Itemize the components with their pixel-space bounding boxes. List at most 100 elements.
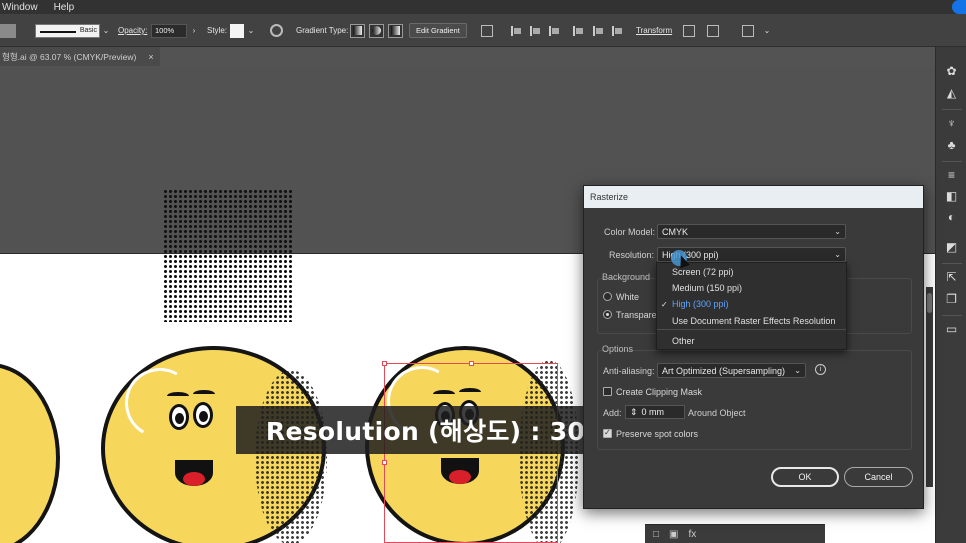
halftone-shade xyxy=(255,370,327,543)
opacity-label[interactable]: Opacity: xyxy=(118,26,147,35)
recolor-icon[interactable] xyxy=(270,24,283,37)
align-center-icon[interactable] xyxy=(529,25,541,37)
arrange-icon[interactable] xyxy=(707,24,719,37)
ok-button[interactable]: OK xyxy=(771,467,839,487)
export-icon[interactable]: ⇱ xyxy=(945,271,958,284)
halftone-pattern[interactable] xyxy=(163,189,292,322)
freeform-gradient-icon[interactable] xyxy=(388,23,403,38)
comments-icon[interactable]: ▭ xyxy=(945,323,958,336)
chevron-down-icon[interactable]: ⌄ xyxy=(101,24,111,38)
add-label: Add: xyxy=(603,408,622,418)
resize-handle[interactable] xyxy=(382,361,387,366)
info-icon[interactable]: i xyxy=(815,364,826,375)
radial-gradient-icon[interactable] xyxy=(369,23,384,38)
artboard-align-icon[interactable] xyxy=(481,24,493,37)
color-model-value: CMYK xyxy=(662,226,689,237)
make-clipping-mask-icon[interactable]: □ xyxy=(653,529,659,540)
bg-white-label[interactable]: White xyxy=(616,292,639,302)
gradient-panel-icon[interactable]: ◧ xyxy=(945,190,958,203)
menu-item-other[interactable]: Other xyxy=(657,333,846,349)
align-right-icon[interactable] xyxy=(548,25,560,37)
menu-item-high[interactable]: ✓ High (300 ppi) xyxy=(657,296,846,312)
clipping-mask-checkbox[interactable] xyxy=(603,387,612,396)
align-top-icon[interactable] xyxy=(572,25,584,37)
checkmark-icon: ✓ xyxy=(661,299,668,309)
document-tab-title: 형형.ai @ 63.07 % (CMYK/Preview) xyxy=(2,51,137,62)
locate-object-icon[interactable]: ▣ xyxy=(669,529,678,540)
resize-handle[interactable] xyxy=(469,361,474,366)
resolution-label: Resolution: xyxy=(609,250,655,260)
stroke-style-picker[interactable]: Basic xyxy=(35,23,100,38)
close-icon[interactable]: × xyxy=(148,52,153,62)
eyebrow-left xyxy=(167,392,189,400)
cancel-button[interactable]: Cancel xyxy=(844,467,913,487)
options-group-title: Options xyxy=(602,344,634,354)
align-bottom-icon[interactable] xyxy=(611,25,623,37)
mouth xyxy=(175,460,213,486)
background-group-title: Background xyxy=(602,272,651,282)
menu-item-high-label: High (300 ppi) xyxy=(672,299,729,309)
color-guide-icon[interactable]: ✿ xyxy=(945,65,958,78)
linear-gradient-icon[interactable] xyxy=(350,23,365,38)
opacity-input[interactable]: 100% xyxy=(151,23,187,38)
antialiasing-label: Anti-aliasing: xyxy=(603,366,655,376)
around-object-label: Around Object xyxy=(688,408,746,418)
dialog-title: Rasterize xyxy=(584,186,923,208)
menu-item-medium[interactable]: Medium (150 ppi) xyxy=(657,280,846,296)
chevron-down-icon[interactable]: ⌄ xyxy=(762,24,772,38)
bg-transparent-radio[interactable] xyxy=(603,310,612,319)
color-model-label: Color Model: xyxy=(604,227,656,237)
stroke-style-label: Basic xyxy=(79,27,97,34)
eye-left xyxy=(169,404,189,430)
add-value: 0 mm xyxy=(641,407,665,417)
layers-panel-footer: □ ▣ fx xyxy=(645,524,825,543)
edit-gradient-button[interactable]: Edit Gradient xyxy=(409,23,467,38)
menu-item-document-raster[interactable]: Use Document Raster Effects Resolution xyxy=(657,313,846,329)
antialiasing-value: Art Optimized (Supersampling) xyxy=(662,365,786,376)
resolution-dropdown-menu: Screen (72 ppi) Medium (150 ppi) ✓ High … xyxy=(656,262,847,350)
chevron-right-icon[interactable]: › xyxy=(189,24,199,38)
canvas-scrollbar[interactable] xyxy=(926,287,933,487)
fx-icon[interactable]: fx xyxy=(689,529,697,540)
club-icon[interactable]: ♣ xyxy=(945,139,958,152)
style-swatch[interactable] xyxy=(230,23,244,38)
isolate-icon[interactable] xyxy=(683,24,695,37)
stroke-lines-icon[interactable]: ≡ xyxy=(945,169,958,182)
preserve-spot-checkbox[interactable] xyxy=(603,428,612,438)
bg-white-radio[interactable] xyxy=(603,292,612,301)
menu-bar: Window Help xyxy=(0,0,966,14)
align-left-icon[interactable] xyxy=(510,25,522,37)
antialiasing-select[interactable]: Art Optimized (Supersampling) ⌄ xyxy=(657,363,806,378)
account-icon[interactable] xyxy=(952,0,966,14)
transform-link[interactable]: Transform xyxy=(636,26,672,35)
style-label: Style: xyxy=(207,26,228,35)
control-bar: Basic ⌄ Opacity: 100% › Style: ⌄ Gradien… xyxy=(0,14,966,47)
fill-swatch[interactable] xyxy=(0,23,16,38)
chevron-down-icon[interactable]: ⌄ xyxy=(246,24,256,38)
more-options-icon[interactable] xyxy=(742,24,754,37)
menu-divider xyxy=(657,329,846,330)
right-panel-dock: ✿ ◭ ♆ ♣ ≡ ◧ ◐ ◩ ⇱ ❐ ▭ xyxy=(935,47,966,543)
shape-icon[interactable]: ◭ xyxy=(945,87,958,100)
document-tab[interactable]: 형형.ai @ 63.07 % (CMYK/Preview) × xyxy=(0,47,160,66)
chevron-down-icon: ⌄ xyxy=(794,366,801,375)
menu-help[interactable]: Help xyxy=(54,2,75,13)
stepper-icon[interactable]: ⇕ xyxy=(630,407,638,418)
eye-right xyxy=(193,402,213,428)
chevron-down-icon: ⌄ xyxy=(834,227,841,236)
clipping-mask-label[interactable]: Create Clipping Mask xyxy=(616,387,702,397)
transparency-icon[interactable]: ◐ xyxy=(945,211,958,224)
add-input[interactable]: ⇕ 0 mm xyxy=(625,405,685,419)
gradient-type-label: Gradient Type: xyxy=(296,26,349,35)
resize-handle[interactable] xyxy=(382,460,387,465)
mouse-cursor-icon xyxy=(671,250,687,266)
menu-window[interactable]: Window xyxy=(2,2,38,13)
preserve-spot-label[interactable]: Preserve spot colors xyxy=(616,429,698,439)
puppet-icon[interactable]: ♆ xyxy=(945,117,958,130)
eyebrow-right xyxy=(193,390,215,398)
color-model-select[interactable]: CMYK ⌄ xyxy=(657,224,846,239)
align-middle-icon[interactable] xyxy=(592,25,604,37)
image-trace-icon[interactable]: ◩ xyxy=(945,241,958,254)
chevron-down-icon: ⌄ xyxy=(834,250,841,259)
links-icon[interactable]: ❐ xyxy=(945,293,958,306)
